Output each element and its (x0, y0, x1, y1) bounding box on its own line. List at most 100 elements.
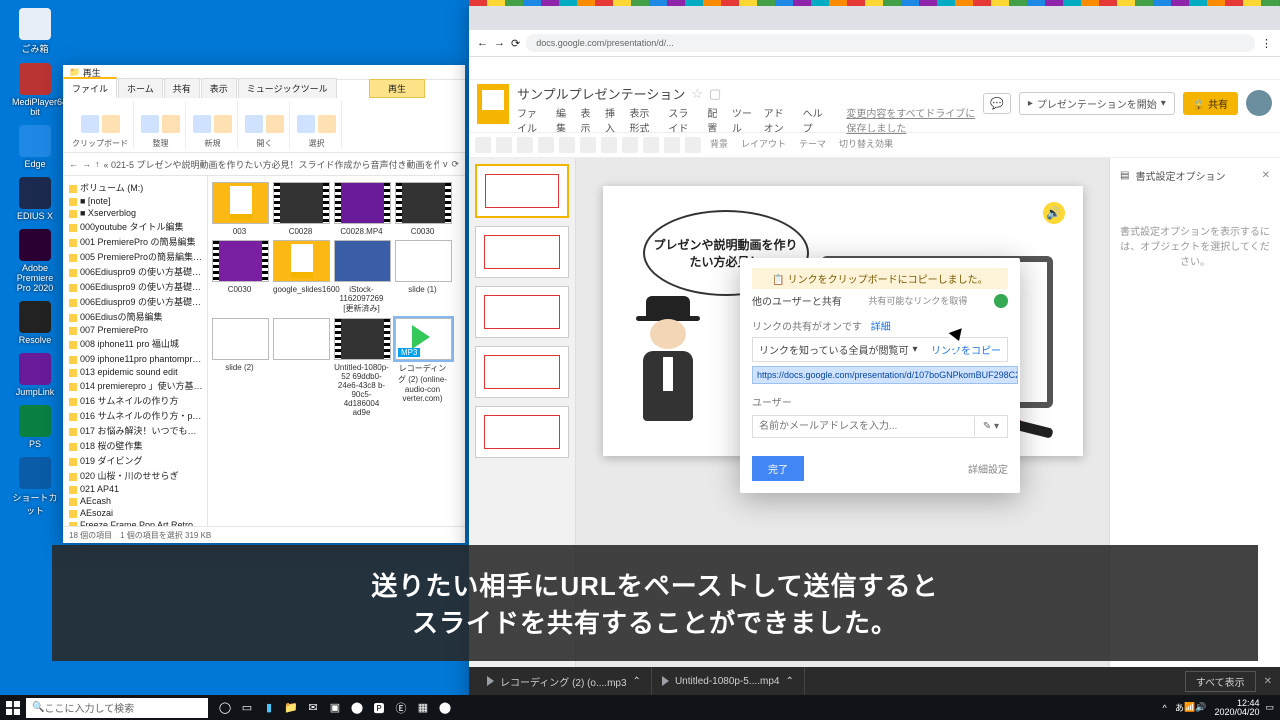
menu-item[interactable]: アドオン (764, 105, 793, 135)
desktop-icon[interactable]: MediPlayer64 bit (12, 63, 58, 117)
tree-item[interactable]: 013 epidemic sound edit (65, 366, 205, 378)
explorer-play-tab[interactable]: 再生 (369, 79, 425, 98)
permission-dropdown[interactable]: リンクを知っている全員が閲覧可▾ リンクをコピー (752, 337, 1008, 362)
ribbon-group[interactable]: クリップボード (67, 101, 134, 149)
download-item-2[interactable]: Untitled-1080p-5....mp4⌃ (652, 667, 805, 695)
file-thumb[interactable]: Untitled-1080p-52 69ddb0-24e6-43c8 b-90c… (334, 318, 389, 417)
tree-item[interactable]: 005 PremiereProの簡易編集・テキスト版 (65, 249, 205, 264)
file-thumb[interactable]: C0028 (273, 182, 328, 236)
close-shelf-icon[interactable]: ✕ (1264, 676, 1272, 687)
file-thumb[interactable]: MP3レコーディング (2) (online-audio-con verter.… (395, 318, 450, 417)
tree-item[interactable]: 016 サムネイルの作り方 (65, 393, 205, 408)
slide-thumb-1[interactable] (475, 164, 569, 218)
desktop-icon[interactable]: Resolve (12, 301, 58, 345)
tree-item[interactable]: 014 premierepro 」使い方基礎講座 (65, 378, 205, 393)
tree-item[interactable]: ■ Xserverblog (65, 207, 205, 219)
tree-item[interactable]: AEcash (65, 495, 205, 507)
explorer-tree[interactable]: ボリューム (M:)■ [note]■ Xserverblog000youtub… (63, 176, 208, 526)
edit-permission-icon[interactable]: ✎ ▾ (974, 417, 1007, 436)
slide-thumb-5[interactable] (475, 406, 569, 458)
tree-item[interactable]: 006Ediuspro9 の使い方基礎講座「タイトル (65, 294, 205, 309)
tree-item[interactable]: 019 ダイビング (65, 453, 205, 468)
slides-toolbar[interactable]: 背景 レイアウト テーマ 切り替え効果 (469, 132, 1280, 158)
audio-icon[interactable]: 🔊 (1043, 202, 1065, 224)
taskbar-clock[interactable]: 12:442020/04/20 (1214, 699, 1259, 717)
start-button[interactable] (0, 695, 26, 720)
star-icon[interactable]: ☆ (691, 86, 703, 102)
file-thumb[interactable]: C0030 (212, 240, 267, 314)
file-thumb[interactable]: C0028.MP4 (334, 182, 389, 236)
tree-item[interactable]: 008 iphone11 pro 福山城 (65, 336, 205, 351)
file-thumb[interactable]: slide (2) (212, 318, 267, 417)
slide-thumb-2[interactable] (475, 226, 569, 278)
present-button[interactable]: ▸プレゼンテーションを開始▾ (1019, 92, 1175, 115)
tree-item[interactable]: 007 PremierePro (65, 324, 205, 336)
file-thumb[interactable]: google_slides1600 (273, 240, 328, 314)
explorer-tab[interactable]: 表示 (201, 78, 237, 98)
menu-item[interactable]: 表示 (580, 105, 594, 135)
desktop-icon[interactable]: PS (12, 405, 58, 449)
move-icon[interactable]: ▢ (709, 86, 721, 102)
tree-item[interactable]: 020 山桜・川のせせらぎ (65, 468, 205, 483)
tree-item[interactable]: 006Ediusの簡易編集 (65, 309, 205, 324)
close-icon[interactable]: ✕ (1262, 170, 1270, 181)
advanced-link[interactable]: 詳細設定 (968, 461, 1008, 476)
tree-item[interactable]: 006Ediuspro9 の使い方基礎講座 (65, 264, 205, 279)
tree-item[interactable]: Freeze Frame Pop Art Retro Trailer fol (65, 519, 205, 526)
menu-item[interactable]: 挿入 (605, 105, 619, 135)
address-bar[interactable]: docs.google.com/presentation/d/... (526, 34, 1255, 52)
tree-item[interactable]: 017 お悩み解決！いつでもましたい (65, 423, 205, 438)
file-thumb[interactable]: 003 (212, 182, 267, 236)
file-thumb[interactable]: slide (1) (395, 240, 450, 314)
menu-item[interactable]: スライド (668, 105, 697, 135)
menu-item[interactable]: ツール (732, 105, 754, 135)
forward-icon[interactable]: → (494, 37, 505, 49)
desktop-icon[interactable]: Adobe Premiere Pro 2020 (12, 229, 58, 293)
tree-item[interactable]: ボリューム (M:) (65, 180, 205, 195)
ribbon-group[interactable]: 開く (240, 101, 290, 149)
tree-item[interactable]: 018 桜の壁作集 (65, 438, 205, 453)
share-url-field[interactable]: https://docs.google.com/presentation/d/1… (752, 366, 1018, 384)
doc-title[interactable]: サンプルプレゼンテーション (517, 84, 685, 103)
bookmark-bar[interactable] (469, 57, 1280, 80)
explorer-tab[interactable]: 共有 (164, 78, 200, 98)
explorer-file-grid[interactable]: 003C0028C0028.MP4C0030C0030google_slides… (208, 176, 465, 526)
explorer-address-bar[interactable]: ←→↑ « 021-5 プレゼンや説明動画を作りたい方必見！スライド作成から音声… (63, 153, 465, 176)
menu-item[interactable]: 表示形式 (629, 105, 658, 135)
user-email-input[interactable] (753, 416, 974, 437)
download-item-1[interactable]: レコーディング (2) (o....mp3⌃ (477, 667, 652, 695)
menu-item[interactable]: ファイル (517, 105, 546, 135)
ribbon-group[interactable]: 選択 (292, 101, 342, 149)
explorer-tab[interactable]: ミュージックツール (238, 78, 337, 98)
tree-item[interactable]: AEsozai (65, 507, 205, 519)
slides-menu[interactable]: ファイル編集表示挿入表示形式スライド配置ツールアドオンヘルプ変更内容をすべてドラ… (517, 105, 983, 135)
tree-item[interactable]: 000youtube タイトル編集 (65, 219, 205, 234)
desktop-icon[interactable]: JumpLink (12, 353, 58, 397)
browser-tabs[interactable] (469, 6, 1280, 30)
reload-icon[interactable]: ⟳ (511, 37, 520, 50)
tree-item[interactable]: 021 AP41 (65, 483, 205, 495)
taskbar-pinned[interactable]: ◯▭▮📁✉▣⬤🅿Ⓔ▦⬤ (214, 697, 456, 719)
file-thumb[interactable]: C0030 (395, 182, 450, 236)
desktop-icon[interactable]: ショートカット (12, 457, 58, 517)
menu-item[interactable]: ヘルプ (803, 105, 825, 135)
tree-item[interactable]: 009 iphone11pro phantompro4 いろは坂 (65, 351, 205, 366)
details-link[interactable]: 詳細 (871, 322, 891, 333)
tree-item[interactable]: ■ [note] (65, 195, 205, 207)
ribbon-group[interactable]: 新規 (188, 101, 238, 149)
taskbar-search[interactable]: 🔍 ここに入力して検索 (26, 698, 208, 718)
desktop-icon[interactable]: Edge (12, 125, 58, 169)
extensions-icon[interactable]: ⋮ (1261, 37, 1272, 50)
ribbon-group[interactable]: 整理 (136, 101, 186, 149)
explorer-tab[interactable]: ファイル (63, 77, 117, 98)
desktop-icon[interactable]: EDIUS X (12, 177, 58, 221)
system-tray[interactable]: ㅤ^ㅤあ📶🔊 12:442020/04/20 ▭ (1154, 699, 1280, 717)
menu-item[interactable]: 配置 (707, 105, 721, 135)
slide-thumb-3[interactable] (475, 286, 569, 338)
link-status-icon[interactable] (994, 294, 1008, 308)
slide-thumb-4[interactable] (475, 346, 569, 398)
file-thumb[interactable]: iStock-1162097269 [更新済み] (334, 240, 389, 314)
desktop-icon[interactable]: ごみ箱 (12, 8, 58, 55)
file-thumb[interactable] (273, 318, 328, 417)
show-all-downloads[interactable]: すべて表示 (1185, 671, 1256, 692)
